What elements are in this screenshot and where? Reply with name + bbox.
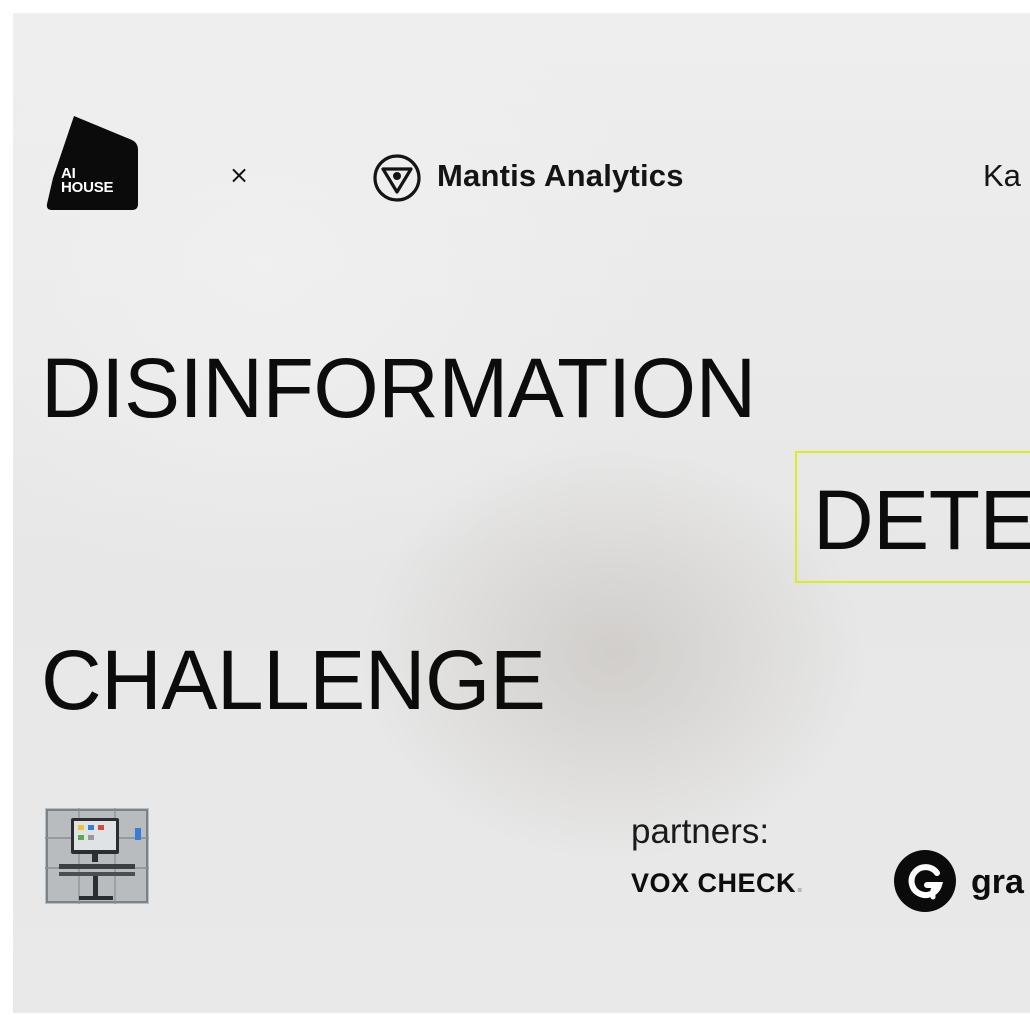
- mantis-triangle-icon: [371, 152, 423, 204]
- computer-desk-image: [45, 808, 149, 904]
- voxcheck-dot: .: [796, 868, 805, 898]
- mantis-analytics-name: Mantis Analytics: [437, 158, 684, 193]
- voxcheck-logo: VOX CHECK.: [631, 866, 804, 900]
- ai-house-logo-shape: [46, 116, 138, 210]
- voxcheck-name: VOX CHECK: [631, 868, 797, 898]
- grammarly-g-icon: [893, 849, 957, 913]
- ai-house-logo: AI HOUSE: [46, 116, 139, 211]
- partners-label: partners:: [631, 812, 770, 851]
- headline-disinformation: DISINFORMATION: [41, 341, 756, 435]
- ai-house-logo-text: AI HOUSE: [61, 166, 114, 196]
- headline-detection: DETE: [813, 473, 1030, 567]
- collaboration-separator: ×: [229, 161, 250, 189]
- headline-challenge: CHALLENGE: [41, 633, 546, 727]
- ai-house-line2: HOUSE: [61, 179, 114, 196]
- grammarly-name-partial: gra: [971, 863, 1024, 901]
- banner-canvas: AI HOUSE × Mantis Analytics Ka DISINFORM…: [13, 13, 1030, 1013]
- partner-name-partial: Ka: [983, 158, 1021, 193]
